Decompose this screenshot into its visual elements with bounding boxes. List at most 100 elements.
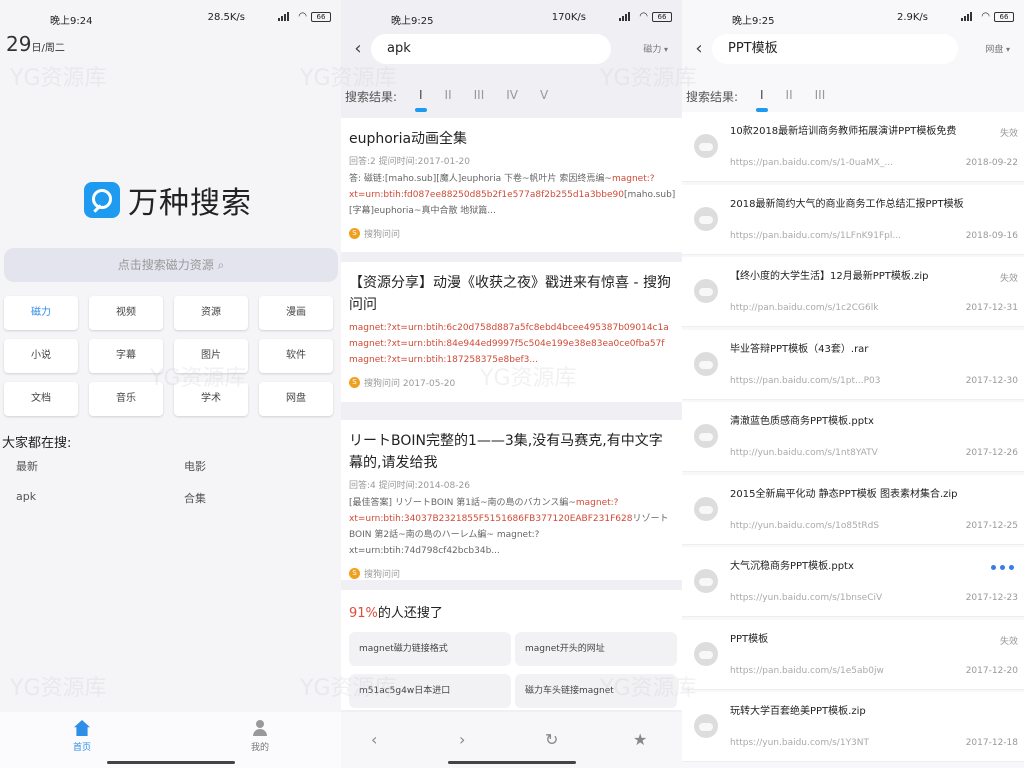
category-button[interactable]: 视频 [89, 296, 163, 330]
related-chip[interactable]: magnet磁力链接格式 [349, 632, 511, 666]
page-tab[interactable]: III [815, 88, 826, 102]
row-title: 清澈蓝色质感商务PPT模板.pptx [730, 416, 874, 427]
row-status: 失效 [999, 274, 1018, 284]
category-button[interactable]: 音乐 [89, 382, 163, 416]
result-row[interactable]: 【终小度的大学生活】12月最新PPT模板.zip 失效 http://pan.bai… [682, 257, 1024, 327]
category-button[interactable]: 图片 [174, 339, 248, 373]
row-url[interactable]: https://yun.baidu.com/s/1Y3NT [730, 738, 869, 748]
row-date: 2017-12-30 [965, 375, 1018, 386]
page-tab[interactable]: V [540, 88, 548, 102]
row-url[interactable]: http://yun.baidu.com/s/1o85tRdS [730, 521, 879, 531]
result-row[interactable]: 清澈蓝色质感商务PPT模板.pptx http://yun.baidu.com/s… [682, 402, 1024, 472]
row-url[interactable]: https://pan.baidu.com/s/1e5ab0jw [730, 666, 884, 676]
row-date: 2018-09-22 [965, 158, 1018, 168]
result-card[interactable]: 【资源分享】动漫《收获之夜》戳进来有惊喜 - 搜狗问问 magnet:?xt=ur… [341, 262, 682, 402]
next-icon[interactable]: › [459, 730, 465, 749]
result-row[interactable]: PPT模板 失效 https://pan.baidu.com/s/1e5ab0jw 2… [682, 619, 1024, 690]
home-icon [74, 720, 90, 736]
result-row[interactable]: 毕业答辩PPT模板（43套）.rar https://pan.baidu.com/… [682, 329, 1024, 400]
search-input[interactable]: 点击搜索磁力资源 ⌕ [4, 248, 338, 282]
result-card[interactable]: euphoria动画全集 回答:2 提问时间:2017-01-20 答: 磁链:[m… [341, 118, 682, 252]
row-url[interactable]: http://pan.baidu.com/s/1c2CG6lk [730, 303, 878, 313]
prev-icon[interactable]: ‹ [371, 730, 377, 749]
row-title: 10款2018最新培训商务教师拓展演讲PPT模板免费 [730, 126, 957, 137]
category-button[interactable]: 软件 [259, 339, 333, 373]
signal-icon [961, 12, 977, 21]
category-grid: 磁力 视频 资源 漫画小说 字幕 图片 软件文档 音乐 学术 网盘 [4, 296, 336, 416]
results-header: 搜索结果: I II III [682, 84, 1024, 112]
row-url[interactable]: http://yun.baidu.com/s/1nt8YATV [730, 448, 878, 458]
source-label: 搜狗问问 [364, 230, 401, 240]
category-button[interactable]: 网盘 [259, 382, 333, 416]
search-input[interactable]: PPT模板 [712, 34, 958, 64]
category-button[interactable]: 学术 [174, 382, 248, 416]
refresh-icon[interactable]: ↻ [545, 730, 558, 749]
category-button[interactable]: 磁力 [4, 296, 78, 330]
category-button[interactable]: 资源 [174, 296, 248, 330]
search-logo-icon [84, 182, 120, 218]
result-title: リートBOIN完整的1——3集,没有马赛克,有中文字幕的,请发给我 [349, 433, 663, 471]
result-card[interactable]: リートBOIN完整的1——3集,没有马赛克,有中文字幕的,请发给我回答:4 提问… [341, 420, 682, 580]
magnet-link[interactable]: magnet:?xt=urn:btih:6c20d758d887a5fc8ebd… [349, 323, 669, 365]
sogou-icon: S [349, 568, 360, 579]
hot-search-item[interactable]: 最新 [16, 458, 184, 474]
signal-icon [278, 12, 294, 21]
page-tab[interactable]: III [474, 88, 485, 102]
hot-search-item[interactable]: apk [16, 490, 184, 506]
snippet-text: [最佳答案] リゾートBOIN 第1話~南の島のバカンス編~ [349, 498, 576, 508]
category-button[interactable]: 字幕 [89, 339, 163, 373]
back-icon[interactable]: ‹ [688, 38, 710, 60]
signal-icon [619, 12, 635, 21]
row-title: 毕业答辩PPT模板（43套）.rar [730, 343, 869, 355]
status-time: 晚上9:24 [50, 16, 93, 27]
result-row[interactable]: 2015全新扁平化动 静态PPT模板 图表素材集合.zip http://yun.… [682, 474, 1024, 545]
back-icon[interactable]: ‹ [347, 38, 369, 60]
result-row[interactable]: 2018最新简约大气的商业商务工作总结汇报PPT模板 https://pan.ba… [682, 184, 1024, 255]
row-date: 2017-12-23 [965, 593, 1018, 603]
row-date: 2017-12-18 [965, 738, 1018, 748]
related-chip[interactable]: magnet开头的网址 [515, 632, 677, 666]
page-tab[interactable]: IV [506, 88, 518, 102]
category-button[interactable]: 漫画 [259, 296, 333, 330]
related-chip[interactable]: 磁力车头链接magnet [515, 674, 677, 708]
row-title: PPT模板 [730, 633, 769, 645]
row-date: 2017-12-31 [965, 303, 1018, 313]
result-row[interactable]: 大气沉稳商务PPT模板.pptx https://yun.baidu.com/s/… [682, 547, 1024, 617]
hot-search-item[interactable]: 合集 [184, 490, 304, 506]
scope-dropdown[interactable]: 磁力 [643, 42, 668, 55]
bottom-tab-bar: 首页 我的 [0, 712, 341, 768]
result-row[interactable]: 玩转大学百套绝美PPT模板.zip https://yun.baidu.com/s… [682, 692, 1024, 762]
page-tab[interactable]: I [756, 88, 768, 112]
row-url[interactable]: https://yun.baidu.com/s/1bnseCiV [730, 593, 882, 603]
search-placeholder: 点击搜索磁力资源 [117, 258, 214, 272]
search-bar: ‹ apk 磁力 [341, 32, 682, 68]
results-header: 搜索结果: I II III IV V [341, 84, 682, 112]
scope-dropdown[interactable]: 网盘 [985, 42, 1010, 55]
page-selector: I II III IV V [415, 88, 548, 112]
page-tab[interactable]: II [445, 88, 452, 102]
hot-search-item[interactable]: 电影 [184, 458, 304, 474]
browser-nav-bar: ‹ › ↻ ★ [341, 712, 682, 768]
page-tab[interactable]: II [786, 88, 793, 102]
row-url[interactable]: https://pan.baidu.com/s/1LFnK91Fpl... [730, 231, 901, 241]
row-url[interactable]: https://pan.baidu.com/s/1-0uaMX_... [730, 158, 893, 168]
tab-me[interactable]: 我的 [230, 720, 290, 753]
related-chip[interactable]: m51ac5g4w日本进口 [349, 674, 511, 708]
category-button[interactable]: 小说 [4, 339, 78, 373]
category-button[interactable]: 文档 [4, 382, 78, 416]
result-title: euphoria动画全集 [349, 131, 468, 147]
page-tab[interactable]: I [415, 88, 427, 112]
user-icon [252, 720, 268, 736]
row-url[interactable]: https://pan.baidu.com/s/1pt...P03 [730, 376, 880, 386]
tab-me-label: 我的 [250, 743, 269, 753]
sogou-icon: S [349, 228, 360, 239]
search-input[interactable]: apk [371, 34, 611, 64]
source-label: 搜狗问问 2017-05-20 [364, 379, 456, 389]
result-row[interactable]: 10款2018最新培训商务教师拓展演讲PPT模板免费 失效 https://pan.… [682, 112, 1024, 182]
wifi-icon: ◠ [298, 11, 307, 22]
status-time: 晚上9:25 [391, 16, 434, 27]
star-icon[interactable]: ★ [633, 730, 647, 749]
tab-home[interactable]: 首页 [52, 720, 112, 753]
cloud-icon [694, 134, 718, 158]
result-meta: 回答:4 提问时间:2014-08-26 [349, 481, 470, 491]
